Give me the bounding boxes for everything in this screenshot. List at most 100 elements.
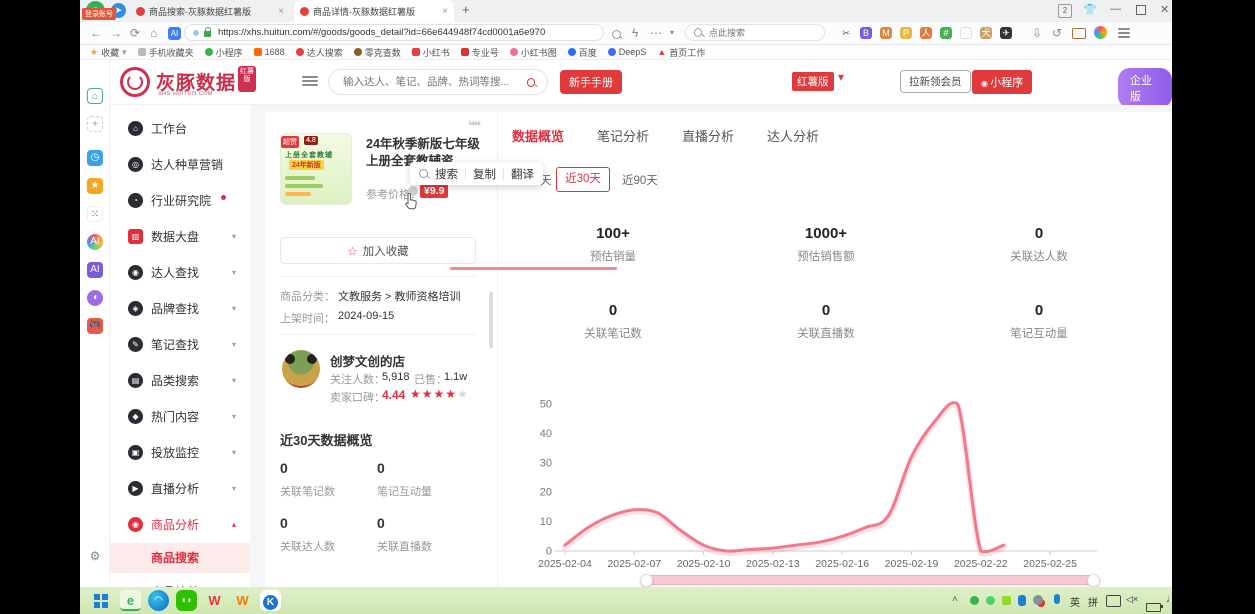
sidebar-item-dashboard[interactable]: ▥数据大盘▾: [110, 221, 250, 251]
language-indicator[interactable]: 英: [1070, 594, 1080, 609]
tab-data-overview[interactable]: 数据概览: [512, 126, 564, 145]
minimize-button[interactable]: —: [1110, 3, 1121, 15]
product-cover-image[interactable]: 超赞 4.8 上册全套教辅 24年新版: [280, 133, 352, 205]
touch-keyboard-icon[interactable]: [1106, 595, 1121, 607]
slider-handle-left[interactable]: [640, 574, 653, 587]
bookmark-item[interactable]: DeepS: [608, 47, 647, 57]
bookmark-item[interactable]: 零克查数: [354, 46, 401, 59]
tooltip-copy[interactable]: 复制: [473, 166, 496, 182]
chart-zoom-slider[interactable]: [645, 575, 1095, 585]
bookmark-item[interactable]: ★收藏▾: [90, 46, 127, 59]
tray-green-icon[interactable]: [986, 596, 995, 605]
browser-tab-active[interactable]: 商品详情-灰豚数据红薯版 ×: [294, 0, 454, 22]
taskbar-browser-icon[interactable]: e: [120, 590, 141, 611]
bookmark-item[interactable]: 百度: [568, 46, 597, 59]
bluetooth-icon[interactable]: [1018, 595, 1026, 606]
close-window-button[interactable]: ✕: [1160, 3, 1169, 16]
stat-interactions[interactable]: 0笔记互动量: [939, 302, 1139, 341]
panel-network-app-icon[interactable]: ⁙: [87, 206, 103, 222]
lightning-icon[interactable]: ϟ: [632, 25, 638, 41]
download-icon[interactable]: ⇩: [1032, 25, 1042, 41]
stat-lives[interactable]: 0关联直播数: [726, 302, 926, 341]
notification-bell-icon[interactable]: ♩: [1166, 594, 1176, 605]
tab-count-badge[interactable]: 2: [1058, 4, 1072, 18]
panel-scrollbar[interactable]: [489, 292, 493, 348]
start-button[interactable]: [94, 594, 108, 608]
chevron-down-icon[interactable]: ▾: [670, 25, 674, 41]
stat-est-sales[interactable]: 100+预估销量: [513, 225, 713, 264]
tab-influencer-analysis[interactable]: 达人分析: [767, 126, 819, 145]
stat-influencers[interactable]: 0关联达人数: [939, 225, 1139, 264]
sidebar-item-influencer-search[interactable]: ◉达人查找▾: [110, 257, 250, 287]
scissors-extension-icon[interactable]: ✂: [840, 27, 852, 39]
sidebar-item-category-search[interactable]: ▤品类搜索▾: [110, 365, 250, 395]
taskbar-wps-icon[interactable]: W: [204, 590, 225, 611]
tray-record-icon[interactable]: [1033, 595, 1043, 605]
taskbar-edge-icon[interactable]: ◠: [148, 590, 169, 611]
quick-search-box[interactable]: [685, 24, 825, 41]
stat-est-revenue[interactable]: 1000+预估销售额: [726, 225, 926, 264]
range-90d-button[interactable]: 近90天: [622, 172, 658, 188]
tab-note-analysis[interactable]: 笔记分析: [597, 126, 649, 145]
extension-icon[interactable]: 人: [920, 27, 932, 39]
app-search-input[interactable]: [341, 75, 521, 89]
enterprise-button[interactable]: 企业版: [1118, 68, 1172, 108]
ai-app-icon[interactable]: AI: [168, 27, 181, 40]
profile-avatar-icon[interactable]: [1094, 26, 1107, 39]
refresh-icon[interactable]: ⟳: [130, 25, 140, 41]
ime-indicator[interactable]: 拼: [1088, 594, 1098, 609]
extension-icon[interactable]: #: [940, 27, 952, 39]
sales-trend-chart[interactable]: 010203040502025-02-042025-02-072025-02-1…: [500, 390, 1150, 580]
miniprogram-button[interactable]: ◉ 小程序: [972, 70, 1032, 94]
bookmark-item[interactable]: ▲首页工作: [657, 46, 705, 59]
sidebar-item-live-analysis[interactable]: ▶直播分析▾: [110, 473, 250, 503]
panel-settings-gear-icon[interactable]: ⚙: [87, 548, 103, 564]
collapse-sidebar-icon[interactable]: [302, 74, 318, 88]
app-search-bar[interactable]: [328, 69, 548, 95]
zoom-page-icon[interactable]: [612, 27, 621, 43]
comment-quote-icon[interactable]: ❝❝: [468, 118, 479, 134]
extension-icon[interactable]: P: [900, 27, 912, 39]
range-30d-button[interactable]: 近30天: [556, 167, 610, 192]
edition-chevron-icon[interactable]: ▾: [838, 70, 844, 84]
tab-live-analysis[interactable]: 直播分析: [682, 126, 734, 145]
panel-star-app-icon[interactable]: ★: [87, 178, 103, 194]
tray-green-icon[interactable]: [970, 596, 979, 605]
browser-tab[interactable]: 商品搜索-灰豚数据红薯版 ×: [130, 0, 290, 22]
panel-ai-circle-icon[interactable]: AI: [87, 234, 103, 250]
bookmark-item[interactable]: 小红书: [412, 46, 450, 59]
briefcase-icon[interactable]: [1072, 28, 1086, 39]
taskbar-k-app-icon[interactable]: K: [260, 590, 281, 611]
stat-notes[interactable]: 0关联笔记数: [513, 302, 713, 341]
panel-chat-icon[interactable]: ◖: [87, 290, 103, 306]
manual-button[interactable]: 新手手册: [560, 70, 622, 94]
shop-name[interactable]: 创梦文创的店: [330, 351, 405, 370]
bookmark-item[interactable]: 1688: [254, 47, 285, 57]
login-badge[interactable]: 登录账号: [82, 8, 116, 20]
restore-button[interactable]: [1136, 5, 1146, 18]
close-tab-icon[interactable]: ×: [442, 6, 448, 17]
tooltip-search[interactable]: 搜索: [435, 166, 458, 182]
sidebar-item-product-analysis[interactable]: ◉商品分析▴: [110, 509, 250, 539]
tray-app-icon[interactable]: [1002, 596, 1011, 605]
dog-extension-icon[interactable]: 犬: [980, 27, 992, 39]
sidebar-subitem-product-ranking[interactable]: 商品榜单: [110, 577, 250, 587]
slider-handle-right[interactable]: [1087, 574, 1100, 587]
quick-search-input[interactable]: [707, 27, 816, 39]
home-icon[interactable]: ⌂: [150, 25, 157, 41]
url-input[interactable]: [216, 26, 595, 39]
invite-member-button[interactable]: 拉新领会员: [900, 70, 971, 93]
taskbar-wechat-icon[interactable]: ◖◗: [176, 590, 197, 611]
more-icon[interactable]: ⋯: [650, 25, 662, 41]
panel-app-icon[interactable]: ◷: [87, 150, 103, 166]
menu-icon[interactable]: [1118, 26, 1130, 45]
bookmark-item[interactable]: 小程序: [205, 46, 243, 59]
tooltip-translate[interactable]: 翻译: [511, 166, 534, 182]
tray-expand-icon[interactable]: ˄: [952, 594, 958, 605]
shop-avatar[interactable]: [282, 350, 320, 388]
panel-ai-purple-icon[interactable]: AI: [87, 262, 103, 278]
bookmark-item[interactable]: 手机收藏夹: [138, 46, 194, 59]
sidebar-item-marketing[interactable]: ◎达人种草营销: [110, 149, 250, 179]
taskbar-word-icon[interactable]: W: [232, 590, 253, 611]
sidebar-item-ad-monitor[interactable]: ▣投放监控▾: [110, 437, 250, 467]
